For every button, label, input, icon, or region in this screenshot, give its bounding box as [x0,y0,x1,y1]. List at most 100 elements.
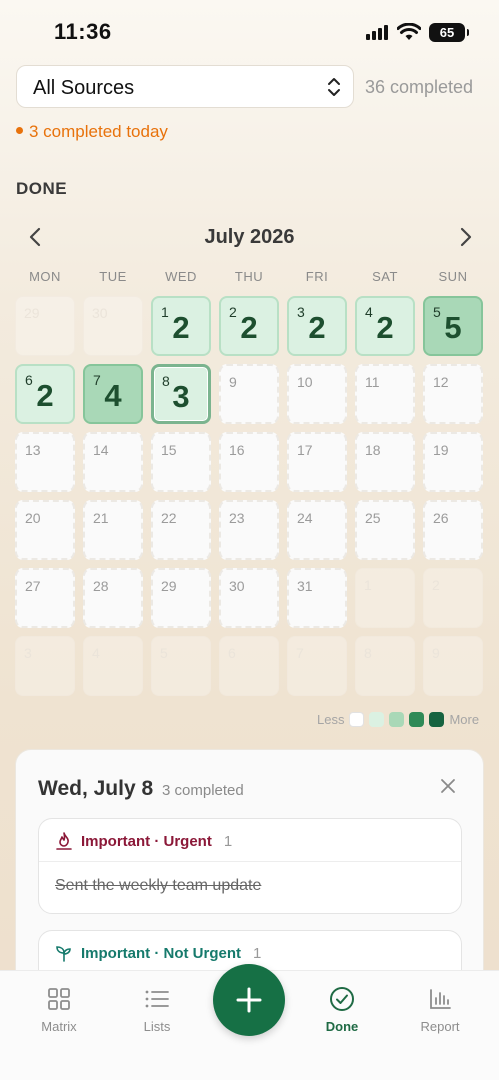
day-number: 27 [25,578,41,594]
day-number: 30 [92,305,108,321]
close-icon[interactable] [440,778,456,794]
sprout-icon [56,946,71,962]
quadrant-count: 1 [223,832,233,850]
calendar-day-cell[interactable]: 29 [151,568,211,628]
calendar-day-cell[interactable]: 22 [151,500,211,560]
status-bar: 11:36 65 [0,0,499,60]
calendar-day-cell[interactable]: 30 [219,568,279,628]
nav-done[interactable]: Done [302,985,382,1034]
completed-count: 2 [240,310,258,345]
weekday-label: SAT [372,269,398,284]
nav-label: Report [420,1019,460,1034]
completed-total: 36 completed [365,77,474,97]
calendar-day-cell[interactable]: 31 [287,568,347,628]
completed-today-text: 3 completed today [29,122,168,141]
day-number: 16 [229,442,245,458]
day-number: 17 [297,442,313,458]
calendar-day-cell[interactable]: 10 [287,364,347,424]
status-dot [16,127,23,135]
day-number: 9 [432,645,440,661]
calendar-day-cell[interactable]: 25 [355,500,415,560]
calendar-day-cell: 5 [151,636,211,696]
calendar-day-cell: 3 [15,636,75,696]
weekday-label: MON [29,269,61,284]
calendar-day-cell[interactable]: 18 [355,432,415,492]
day-number: 23 [229,510,245,526]
nav-label: Matrix [41,1019,77,1034]
calendar-day-cell[interactable]: 12 [151,296,211,356]
completed-count: 3 [172,379,190,414]
day-number: 11 [365,374,380,390]
nav-label: Done [325,1019,359,1034]
day-number: 7 [296,645,304,661]
day-number: 13 [25,442,41,458]
nav-label: Lists [143,1019,171,1034]
completed-count: 2 [308,310,326,345]
calendar-day-cell[interactable]: 28 [83,568,143,628]
chevron-right-icon[interactable] [455,226,475,248]
completed-count: 4 [104,378,122,413]
calendar-day-cell[interactable]: 22 [219,296,279,356]
legend-swatch [429,712,445,727]
plus-icon [236,987,262,1013]
calendar-day-cell[interactable]: 24 [287,500,347,560]
calendar-day-cell[interactable]: 55 [423,296,483,356]
day-number: 29 [24,305,40,321]
check-circle-icon [330,987,354,1011]
day-number: 29 [161,578,177,594]
calendar-day-cell[interactable]: 13 [15,432,75,492]
legend-less: Less [317,712,345,727]
legend-swatch [349,712,365,727]
completed-count: 2 [36,378,54,413]
add-task-button[interactable] [213,964,285,1036]
status-time: 11:36 [54,19,112,44]
weekday-label: FRI [305,269,329,284]
calendar-day-cell[interactable]: 21 [83,500,143,560]
day-number: 25 [365,510,381,526]
calendar-day-cell[interactable]: 17 [287,432,347,492]
nav-report[interactable]: Report [400,985,480,1034]
nav-lists[interactable]: Lists [117,985,197,1034]
completed-count: 5 [444,310,462,345]
calendar-day-cell[interactable]: 26 [423,500,483,560]
weekday-label: TUE [99,269,127,284]
calendar-day-cell[interactable]: 19 [423,432,483,492]
day-number: 9 [229,374,237,390]
calendar-day-cell[interactable]: 23 [219,500,279,560]
calendar-day-cell[interactable]: 32 [287,296,347,356]
calendar-day-cell: 1 [355,568,415,628]
calendar-day-cell[interactable]: 42 [355,296,415,356]
calendar-day-cell[interactable]: 83 [151,364,211,424]
weekday-label: WED [165,269,197,284]
chevron-up-down-icon [328,78,340,96]
day-number: 1 [364,577,372,593]
calendar-day-cell: 9 [423,636,483,696]
cellular-signal-icon [366,25,388,40]
calendar-day-cell[interactable]: 16 [219,432,279,492]
heatmap-legend: Less More [317,712,479,727]
calendar-day-cell: 2 [423,568,483,628]
calendar-day-cell: 6 [219,636,279,696]
calendar-day-cell[interactable]: 9 [219,364,279,424]
calendar-day-cell[interactable]: 14 [83,432,143,492]
calendar-day-cell[interactable]: 74 [83,364,143,424]
calendar-day-cell[interactable]: 12 [423,364,483,424]
grid-icon [48,988,70,1010]
calendar-day-cell[interactable]: 15 [151,432,211,492]
day-number: 18 [365,442,381,458]
calendar-day-cell[interactable]: 62 [15,364,75,424]
day-number: 10 [297,374,313,390]
calendar-day-cell[interactable]: 20 [15,500,75,560]
list-icon [145,990,169,1008]
quadrant-label: Important · Urgent [81,832,212,850]
calendar-day-cell[interactable]: 27 [15,568,75,628]
completed-task[interactable]: Sent the weekly team update [55,877,261,895]
day-number: 4 [92,645,100,661]
calendar-day-cell: 30 [83,296,143,356]
source-select[interactable]: All Sources [16,65,354,108]
calendar-day-cell[interactable]: 11 [355,364,415,424]
calendar-day-cell: 4 [83,636,143,696]
nav-matrix[interactable]: Matrix [19,985,99,1034]
legend-swatch [409,712,425,727]
day-number: 28 [93,578,109,594]
